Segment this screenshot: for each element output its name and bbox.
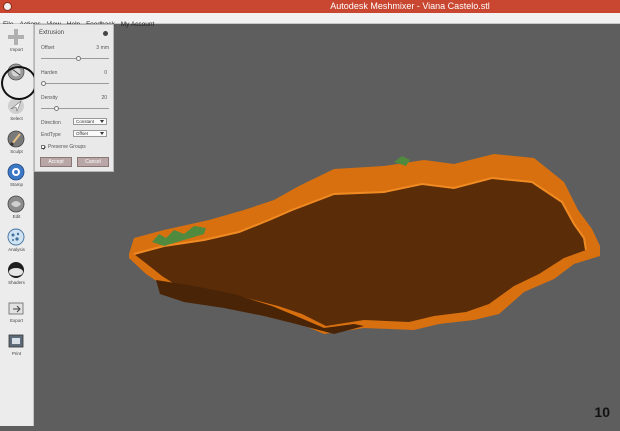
direction-value: Constant [76,119,95,124]
density-slider-knob[interactable] [53,106,59,111]
tool-label: Import [10,47,23,52]
harden-slider-knob[interactable] [41,81,46,86]
tool-label: Edit [12,214,21,219]
endtype-value: Offset [76,131,88,136]
endtype-label: EndType [41,132,61,138]
tool-import[interactable]: Import [0,26,33,59]
tool-stamp[interactable]: Stamp [0,161,33,194]
offset-slider-knob[interactable] [75,56,81,61]
tool-label: Export [9,318,23,323]
panel-title: Extrusion [39,30,65,36]
menu-bar: FileActionsViewHelpFeedbackMy Account [0,13,620,28]
shader-icon [8,262,24,278]
direction-dropdown[interactable]: Constant [73,118,107,125]
highlight-circle [1,66,37,100]
tool-label: Print [11,351,22,356]
title-bar: Autodesk Meshmixer - Viana Castelo.stl [0,0,620,13]
tool-print[interactable]: Print [0,330,33,363]
offset-unit: mm [100,45,109,51]
cancel-button[interactable]: Cancel [77,157,109,167]
stamp-icon [7,163,25,181]
plus-icon [8,29,24,45]
window-title: Autodesk Meshmixer - Viana Castelo.stl [330,1,490,11]
preserve-groups-label: Preserve Groups [48,144,86,150]
tool-export[interactable]: Export [0,297,33,330]
endtype-dropdown[interactable]: Offset [73,130,107,137]
panel-close-icon[interactable] [103,31,108,36]
chevron-down-icon [100,132,104,135]
brush-icon [7,130,25,148]
accept-button[interactable]: Accept [40,157,72,167]
analysis-icon [7,228,25,246]
tool-label: Stamp [9,182,23,187]
density-label: Density [41,95,58,101]
mesh-model[interactable] [34,24,620,426]
offset-slider[interactable] [41,56,109,61]
tool-shaders[interactable]: Shaders [0,259,33,292]
density-slider[interactable] [41,106,109,111]
print-icon [8,334,24,348]
preserve-groups-checkbox[interactable] [41,145,47,150]
tool-label: Analysis [8,247,25,252]
tool-edit[interactable]: Edit [0,193,33,226]
offset-value[interactable]: 3 [96,45,99,51]
tool-label: Shaders [8,280,25,285]
export-icon [8,302,24,315]
edit-icon [7,195,25,213]
harden-label: Harden [41,70,58,76]
extrusion-panel: Extrusion Offset 3 mm Harden 0 Density 2… [34,24,114,172]
harden-slider[interactable] [41,81,109,86]
tool-analysis[interactable]: Analysis [0,226,33,259]
offset-label: Offset [41,45,55,51]
density-value[interactable]: 20 [101,95,107,101]
3d-viewport[interactable]: 10 [34,24,620,426]
tool-label: Sculpt [10,149,23,154]
harden-value[interactable]: 0 [104,70,107,76]
chevron-down-icon [100,120,104,123]
tool-sculpt[interactable]: Sculpt [0,128,33,161]
direction-label: Direction [41,120,61,126]
tool-label: Select [10,116,23,121]
check-icon [42,146,47,150]
step-number: 10 [594,404,610,420]
